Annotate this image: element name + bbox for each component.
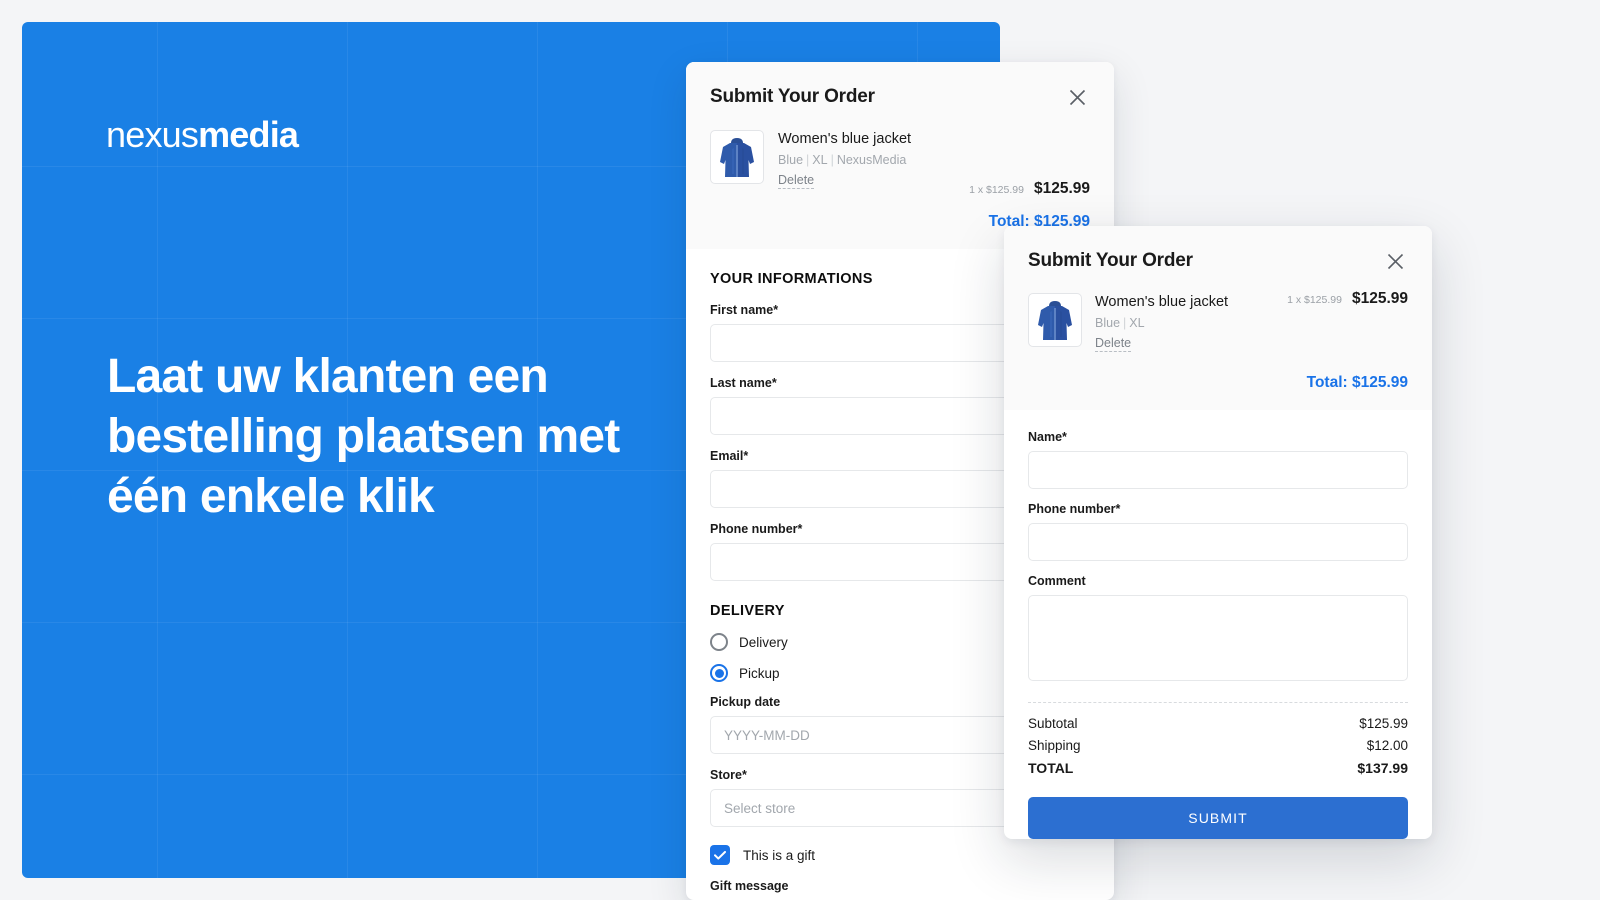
cart-item-price: 1 x $125.99 $125.99: [969, 180, 1090, 198]
jacket-icon: [715, 134, 759, 180]
radio-icon-delivery[interactable]: [710, 633, 728, 651]
front-modal-title: Submit Your Order: [1028, 250, 1193, 272]
product-color: Blue: [1095, 316, 1120, 330]
checkbox-icon-gift[interactable]: [710, 845, 730, 865]
comment-textarea[interactable]: [1028, 595, 1408, 681]
line-amount: $125.99: [1034, 180, 1090, 198]
close-icon[interactable]: [1064, 84, 1090, 110]
shipping-value: $12.00: [1367, 738, 1408, 753]
back-modal-header: Submit Your Order: [710, 84, 1090, 110]
back-modal-title: Submit Your Order: [710, 86, 875, 108]
subtotal-label: Subtotal: [1028, 716, 1078, 731]
meta-separator: |: [1123, 316, 1126, 330]
comment-label: Comment: [1028, 574, 1408, 588]
delete-item-link[interactable]: Delete: [1095, 336, 1131, 352]
field-group-name: Name*: [1028, 430, 1408, 489]
meta-separator: |: [831, 153, 834, 167]
meta-separator: |: [806, 153, 809, 167]
order-modal-front: Submit Your Order W: [1004, 226, 1432, 839]
field-group-phone: Phone number*: [1028, 502, 1408, 561]
back-cart-section: Submit Your Order W: [686, 62, 1114, 249]
cart-item-price: 1 x $125.99 $125.99: [1287, 290, 1408, 308]
cart-total: Total: $125.99: [1028, 374, 1408, 392]
quantity-price: 1 x $125.99: [1287, 294, 1342, 306]
phone-input[interactable]: [1028, 523, 1408, 561]
logo-text-bold: media: [198, 114, 298, 155]
field-group-gift-message: Gift message: [710, 879, 1090, 900]
product-color: Blue: [778, 153, 803, 167]
logo-text-light: nexus: [106, 114, 198, 155]
cart-line-item: Women's blue jacket Blue|XL|NexusMedia D…: [710, 130, 1090, 189]
product-thumbnail: [1028, 293, 1082, 347]
product-meta: Blue|XL: [1095, 315, 1408, 331]
radio-label-pickup: Pickup: [739, 666, 780, 681]
subtotal-value: $125.99: [1359, 716, 1408, 731]
summary-row-total: TOTAL $137.99: [1028, 760, 1408, 776]
summary-divider: [1028, 702, 1408, 703]
summary-row-shipping: Shipping $12.00: [1028, 738, 1408, 753]
phone-label: Phone number*: [1028, 502, 1408, 516]
quantity-price: 1 x $125.99: [969, 184, 1024, 196]
shipping-label: Shipping: [1028, 738, 1081, 753]
name-label: Name*: [1028, 430, 1408, 444]
front-form-section: Name* Phone number* Comment Subtotal $12…: [1004, 410, 1432, 839]
hero-headline: Laat uw klanten een bestelling plaatsen …: [107, 347, 627, 527]
delete-item-link[interactable]: Delete: [778, 173, 814, 189]
radio-label-delivery: Delivery: [739, 635, 788, 650]
brand-logo: nexusmedia: [106, 114, 298, 156]
front-cart-section: Submit Your Order W: [1004, 226, 1432, 410]
total-value: $137.99: [1357, 760, 1408, 776]
submit-button[interactable]: SUBMIT: [1028, 797, 1408, 839]
field-group-comment: Comment: [1028, 574, 1408, 686]
gift-checkbox-label: This is a gift: [743, 848, 815, 863]
gift-message-label: Gift message: [710, 879, 1090, 893]
summary-row-subtotal: Subtotal $125.99: [1028, 716, 1408, 731]
gift-checkbox-row[interactable]: This is a gift: [710, 845, 1090, 865]
radio-icon-pickup[interactable]: [710, 664, 728, 682]
product-size: XL: [1129, 316, 1144, 330]
name-input[interactable]: [1028, 451, 1408, 489]
close-icon[interactable]: [1382, 248, 1408, 274]
product-name: Women's blue jacket: [778, 130, 1090, 148]
product-meta: Blue|XL|NexusMedia: [778, 152, 1090, 168]
line-amount: $125.99: [1352, 290, 1408, 308]
cart-line-item: Women's blue jacket Blue|XL Delete 1 x $…: [1028, 293, 1408, 352]
front-modal-header: Submit Your Order: [1028, 248, 1408, 274]
product-brand: NexusMedia: [837, 153, 906, 167]
total-label: TOTAL: [1028, 760, 1073, 776]
jacket-icon: [1033, 297, 1077, 343]
product-size: XL: [812, 153, 827, 167]
product-thumbnail: [710, 130, 764, 184]
page-root: nexusmedia Laat uw klanten een bestellin…: [0, 0, 1600, 900]
